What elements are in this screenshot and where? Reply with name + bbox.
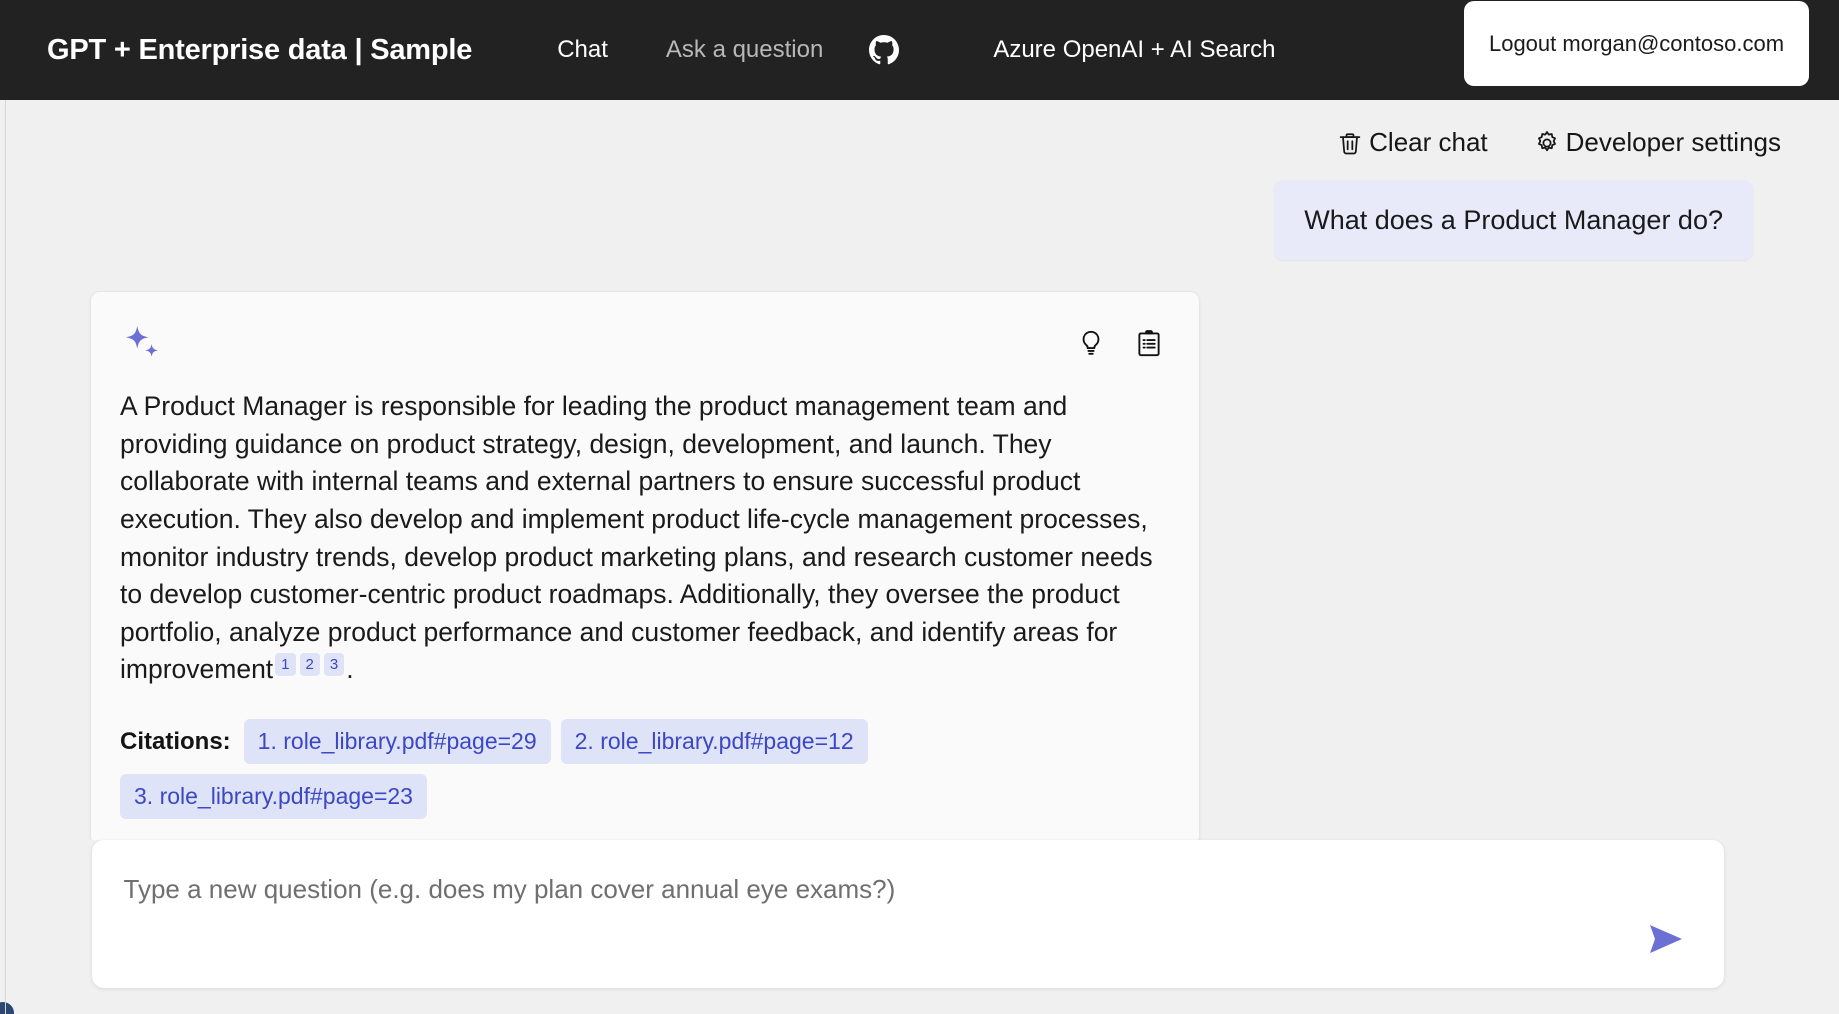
answer-header	[120, 320, 1169, 374]
gear-icon	[1533, 129, 1561, 157]
developer-settings-label: Developer settings	[1565, 127, 1781, 158]
show-thought-process-button[interactable]	[1074, 326, 1108, 360]
send-icon	[1644, 919, 1688, 959]
show-supporting-content-button[interactable]	[1132, 326, 1166, 360]
question-box	[91, 840, 1724, 988]
citations-row: Citations: 1. role_library.pdf#page=29 2…	[120, 719, 1169, 820]
answer-trailing-punctuation: .	[346, 654, 354, 685]
clear-chat-label: Clear chat	[1369, 127, 1488, 158]
app-header: GPT + Enterprise data | Sample Chat Ask …	[0, 0, 1839, 100]
answer-row: A Product Manager is responsible for lea…	[6, 291, 1809, 840]
github-icon[interactable]	[869, 35, 900, 65]
inline-citation-1[interactable]: 1	[275, 652, 296, 676]
developer-settings-button[interactable]: Developer settings	[1531, 125, 1783, 160]
logout-button[interactable]: Logout morgan@contoso.com	[1464, 1, 1809, 86]
sparkle-icon	[122, 322, 164, 364]
search-input[interactable]	[123, 874, 1628, 905]
nav-chat[interactable]: Chat	[555, 32, 610, 68]
answer-body: A Product Manager is responsible for lea…	[120, 391, 1153, 685]
citation-chip-2[interactable]: 2. role_library.pdf#page=12	[560, 719, 868, 765]
clipboard-icon	[1134, 328, 1164, 358]
trash-icon	[1336, 129, 1364, 157]
answer-text: A Product Manager is responsible for lea…	[120, 388, 1169, 689]
clear-chat-button[interactable]: Clear chat	[1334, 125, 1490, 160]
nav-ask-a-question[interactable]: Ask a question	[664, 32, 825, 68]
left-rail-divider	[5, 100, 6, 1014]
user-message-row: What does a Product Manager do?	[6, 179, 1809, 261]
header-subtitle: Azure OpenAI + AI Search	[993, 36, 1276, 63]
citation-chip-1[interactable]: 1. role_library.pdf#page=29	[243, 719, 551, 765]
command-bar: Clear chat Developer settings	[6, 100, 1809, 166]
question-input-area	[6, 840, 1809, 1014]
app-root: GPT + Enterprise data | Sample Chat Ask …	[0, 0, 1839, 1014]
chat-container: Clear chat Developer settings What does …	[0, 100, 1839, 1014]
answer-actions	[1074, 326, 1166, 360]
citation-chip-3[interactable]: 3. role_library.pdf#page=23	[120, 774, 427, 820]
header-nav: Chat Ask a question	[555, 32, 900, 68]
citations-label: Citations:	[120, 727, 231, 755]
inline-citation-3[interactable]: 3	[323, 652, 345, 676]
page-title: GPT + Enterprise data | Sample	[47, 33, 473, 66]
user-message-bubble: What does a Product Manager do?	[1274, 179, 1753, 261]
chat-message-list: What does a Product Manager do? A Produc…	[6, 166, 1809, 840]
answer-card: A Product Manager is responsible for lea…	[90, 291, 1200, 840]
lightbulb-icon	[1076, 328, 1106, 358]
inline-citation-2[interactable]: 2	[299, 652, 320, 676]
send-question-button[interactable]	[1638, 914, 1694, 964]
